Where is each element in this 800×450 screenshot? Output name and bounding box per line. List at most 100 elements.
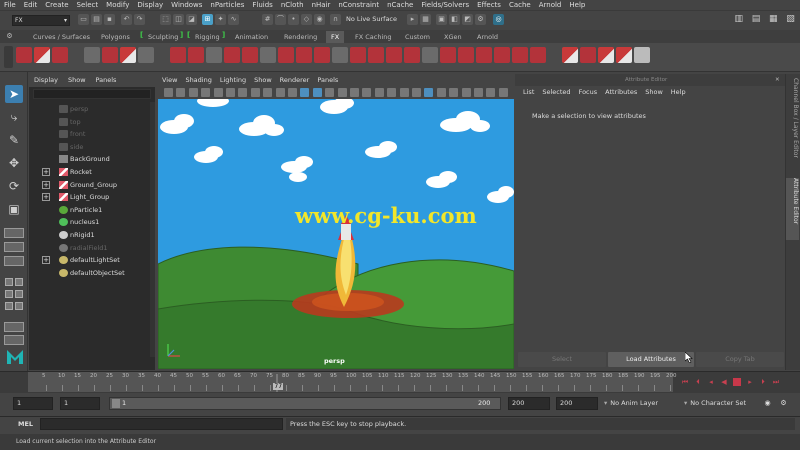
make-live-icon[interactable]: ◉ (314, 14, 325, 25)
wireframe-icon[interactable] (300, 88, 310, 97)
depth-of-field-icon[interactable] (412, 88, 421, 97)
move-tool-icon[interactable]: ✥ (5, 154, 23, 172)
auto-key-icon[interactable]: ◉ (762, 398, 773, 409)
layout-four-icon[interactable] (4, 242, 24, 252)
sidebar-toggle-icon[interactable]: ▥ (733, 14, 744, 25)
field-drag-icon[interactable] (296, 47, 312, 63)
field-gravity-icon[interactable] (314, 47, 330, 63)
render-view-icon[interactable]: ▣ (436, 14, 447, 25)
ncache-create-icon[interactable] (260, 47, 276, 63)
anim-layer-dropdown[interactable]: ▾ No Anim Layer (604, 397, 658, 410)
menu-help[interactable]: Help (565, 0, 589, 11)
layout-graph-icon[interactable] (4, 335, 24, 345)
select-tool-icon[interactable]: ➤ (5, 85, 23, 103)
playback-end-field[interactable]: 200 (508, 397, 550, 410)
anti-aliasing-icon[interactable] (399, 88, 409, 97)
outliner-scrollbar[interactable] (150, 102, 155, 357)
step-back-frame-icon[interactable]: ◂ (706, 377, 716, 387)
go-to-end-icon[interactable]: ⏭ (771, 377, 781, 387)
shirt-alt-icon[interactable] (598, 47, 614, 63)
bookmarks-icon[interactable] (188, 88, 198, 97)
select-by-curve-icon[interactable]: ∿ (228, 14, 239, 25)
close-icon[interactable]: ✕ (775, 74, 780, 86)
select-by-handle-icon[interactable]: ⊞ (202, 14, 213, 25)
field-chart-icon[interactable] (263, 88, 273, 97)
stop-playback-icon[interactable] (733, 378, 741, 386)
outliner-item[interactable]: nRigid1 (29, 229, 150, 241)
step-back-key-icon[interactable]: ⏴ (693, 377, 703, 387)
resolution-gate-icon[interactable] (238, 88, 248, 97)
ipr-render-icon[interactable]: ◩ (462, 14, 473, 25)
select-button[interactable]: Select (518, 352, 606, 367)
menu-nconstraint[interactable]: nConstraint (334, 0, 383, 11)
load-attributes-button[interactable]: Load Attributes (608, 352, 694, 367)
range-start-handle[interactable] (112, 399, 120, 408)
xray-joints-icon[interactable] (449, 88, 459, 97)
menu-ncloth[interactable]: nCloth (277, 0, 308, 11)
exposure-icon[interactable] (474, 88, 483, 97)
snap-grid-icon[interactable]: # (262, 14, 273, 25)
fluid-fill-icon[interactable] (120, 47, 136, 63)
textured-icon[interactable] (337, 88, 347, 97)
redo-icon[interactable]: ↷ (134, 14, 145, 25)
ae-menu-show[interactable]: Show (641, 86, 667, 99)
shadows-icon[interactable] (362, 88, 372, 97)
save-scene-icon[interactable]: ▪ (104, 14, 115, 25)
outliner-search-input[interactable] (33, 89, 151, 99)
film-gate-icon[interactable] (226, 88, 235, 97)
expand-icon[interactable]: + (42, 180, 50, 189)
play-backwards-icon[interactable]: ◀ (719, 377, 729, 387)
field-vortex-icon[interactable] (404, 47, 420, 63)
tab-fx-caching[interactable]: FX Caching (350, 31, 397, 43)
outliner-item[interactable]: radialField1 (29, 242, 150, 254)
outliner-item[interactable]: BackGround (29, 153, 150, 165)
tab-channel-box[interactable]: Channel Box / Layer Editor (786, 78, 799, 173)
effect-fireworks-icon[interactable] (476, 47, 492, 63)
ae-menu-attributes[interactable]: Attributes (601, 86, 641, 99)
layout-side-icon[interactable] (4, 256, 24, 266)
select-component-icon[interactable]: ◪ (186, 14, 197, 25)
fluid-container-icon[interactable] (84, 47, 100, 63)
construction-history-icon[interactable]: ▦ (420, 14, 431, 25)
character-set-dropdown[interactable]: ▾ No Character Set (684, 397, 746, 410)
snap-view-plane-icon[interactable]: ◇ (301, 14, 312, 25)
outliner-item[interactable]: defaultObjectSet (29, 267, 150, 279)
layout-grid-e-icon[interactable] (5, 302, 13, 310)
snap-curve-icon[interactable]: ⌒ (275, 14, 286, 25)
magnet-icon[interactable]: ∩ (330, 14, 341, 25)
effect-fire-icon[interactable] (440, 47, 456, 63)
xray-components-icon[interactable] (461, 88, 471, 97)
outliner-item[interactable]: + Rocket (29, 166, 150, 178)
shirt-red-icon[interactable] (562, 47, 578, 63)
tab-animation[interactable]: Animation (230, 31, 273, 43)
select-hierarchy-icon[interactable]: ⬚ (160, 14, 171, 25)
field-uniform-icon[interactable] (386, 47, 402, 63)
layout-single-icon[interactable] (4, 228, 24, 238)
menu-set-dropdown[interactable]: FX ▾ (12, 15, 70, 26)
layout-grid-f-icon[interactable] (15, 302, 23, 310)
outliner-item[interactable]: + defaultLightSet (29, 254, 150, 266)
tab-arnold[interactable]: Arnold (472, 31, 503, 43)
animation-prefs-icon[interactable]: ⚙ (778, 398, 789, 409)
select-by-joint-icon[interactable]: ✦ (215, 14, 226, 25)
ae-menu-help[interactable]: Help (667, 86, 690, 99)
outliner-menu-display[interactable]: Display (29, 74, 63, 87)
expand-icon[interactable]: + (42, 168, 50, 176)
tab-polygons[interactable]: Polygons (96, 31, 135, 43)
outliner-item[interactable]: nucleus1 (29, 216, 150, 228)
nhair-paint-icon[interactable] (224, 47, 240, 63)
viewport-menu-lighting[interactable]: Lighting (216, 74, 250, 86)
safe-title-icon[interactable] (288, 88, 297, 97)
effect-lightning-icon[interactable] (494, 47, 510, 63)
rotate-tool-icon[interactable]: ⟳ (5, 177, 23, 195)
default-material-icon[interactable] (325, 88, 335, 97)
grid-icon[interactable] (213, 88, 223, 97)
tab-fx[interactable]: FX (326, 31, 345, 43)
ambient-occlusion-icon[interactable] (374, 88, 384, 97)
menu-effects[interactable]: Effects (473, 0, 505, 11)
viewport-menu-view[interactable]: View (158, 74, 181, 86)
panel-toggle-icon[interactable]: ▧ (785, 14, 796, 25)
tab-sculpting[interactable]: Sculpting (143, 31, 183, 43)
step-forward-key-icon[interactable]: ⏵ (758, 377, 768, 387)
smooth-shade-icon[interactable] (312, 88, 322, 97)
